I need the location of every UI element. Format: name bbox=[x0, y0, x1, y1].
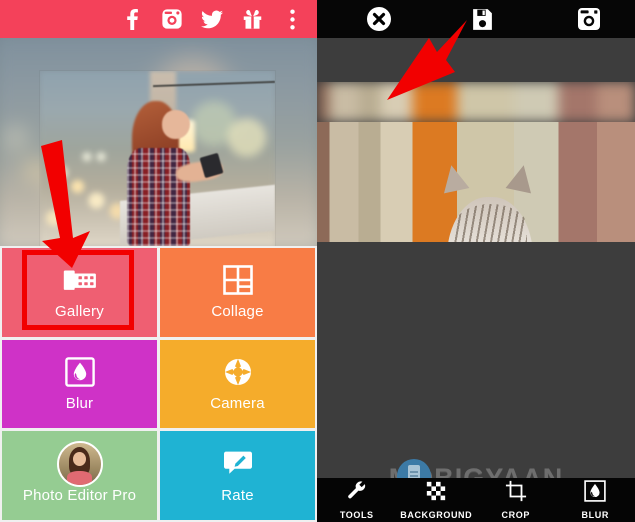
photo-editor-pro-avatar bbox=[56, 440, 103, 487]
save-icon[interactable] bbox=[460, 0, 504, 38]
screenshot-root: Gallery Collage Blur Camera Photo Editor… bbox=[0, 0, 635, 522]
tile-camera[interactable]: Camera bbox=[160, 339, 315, 429]
tile-label: Camera bbox=[210, 394, 265, 412]
left-app-tile-grid: Gallery Collage Blur Camera Photo Editor… bbox=[0, 246, 317, 522]
blur-droplet-icon bbox=[584, 480, 606, 507]
tile-photo-editor-pro[interactable]: Photo Editor Pro bbox=[2, 431, 157, 520]
editor-canvas[interactable]: MOBIGYAAN bbox=[317, 38, 635, 478]
left-phone-screen: Gallery Collage Blur Camera Photo Editor… bbox=[0, 0, 317, 522]
tile-label: Collage bbox=[211, 303, 264, 321]
bottombar-item-tools[interactable]: TOOLS bbox=[317, 480, 397, 520]
camera-aperture-icon bbox=[223, 356, 253, 388]
tile-label: Rate bbox=[221, 486, 254, 504]
tile-rate[interactable]: Rate bbox=[160, 431, 315, 520]
blur-droplet-icon bbox=[64, 356, 95, 388]
bottombar-item-background[interactable]: BACKGROUND bbox=[397, 480, 477, 520]
overflow-menu-icon[interactable] bbox=[279, 6, 305, 32]
crop-icon bbox=[505, 480, 527, 507]
tile-label: Photo Editor Pro bbox=[22, 486, 137, 504]
edited-photo-cat bbox=[317, 82, 635, 242]
hero-photo-image bbox=[40, 71, 275, 246]
tile-collage[interactable]: Collage bbox=[160, 248, 315, 337]
checkerboard-icon bbox=[425, 480, 447, 507]
editor-topbar bbox=[317, 0, 635, 38]
gallery-icon bbox=[63, 264, 97, 296]
tile-gallery[interactable]: Gallery bbox=[2, 248, 157, 337]
instagram-icon[interactable] bbox=[159, 6, 185, 32]
hero-photo-preview bbox=[0, 38, 317, 246]
bottombar-item-blur[interactable]: BLUR bbox=[556, 480, 635, 520]
right-phone-screen: MOBIGYAAN TOOLS BACKGROUND CROP BLUR bbox=[317, 0, 635, 522]
tile-label: Blur bbox=[65, 394, 94, 412]
bottombar-label: TOOLS bbox=[339, 510, 374, 520]
twitter-icon[interactable] bbox=[199, 6, 225, 32]
instagram-share-icon[interactable] bbox=[567, 0, 611, 38]
facebook-icon[interactable] bbox=[119, 6, 145, 32]
editor-bottombar: TOOLS BACKGROUND CROP BLUR bbox=[317, 478, 635, 522]
gift-icon[interactable] bbox=[239, 6, 265, 32]
close-icon[interactable] bbox=[357, 0, 401, 38]
left-app-topbar bbox=[0, 0, 317, 38]
tile-blur[interactable]: Blur bbox=[2, 339, 157, 429]
bottombar-label: CROP bbox=[501, 510, 530, 520]
collage-icon bbox=[222, 264, 253, 296]
wrench-icon bbox=[346, 480, 368, 507]
watermark: MOBIGYAAN bbox=[317, 456, 635, 478]
bottombar-item-crop[interactable]: CROP bbox=[476, 480, 556, 520]
tile-label: Gallery bbox=[55, 303, 104, 321]
bottombar-label: BACKGROUND bbox=[400, 510, 473, 520]
blurred-top-strip bbox=[317, 82, 635, 122]
rate-pencil-icon bbox=[223, 448, 253, 480]
bottombar-label: BLUR bbox=[581, 510, 609, 520]
